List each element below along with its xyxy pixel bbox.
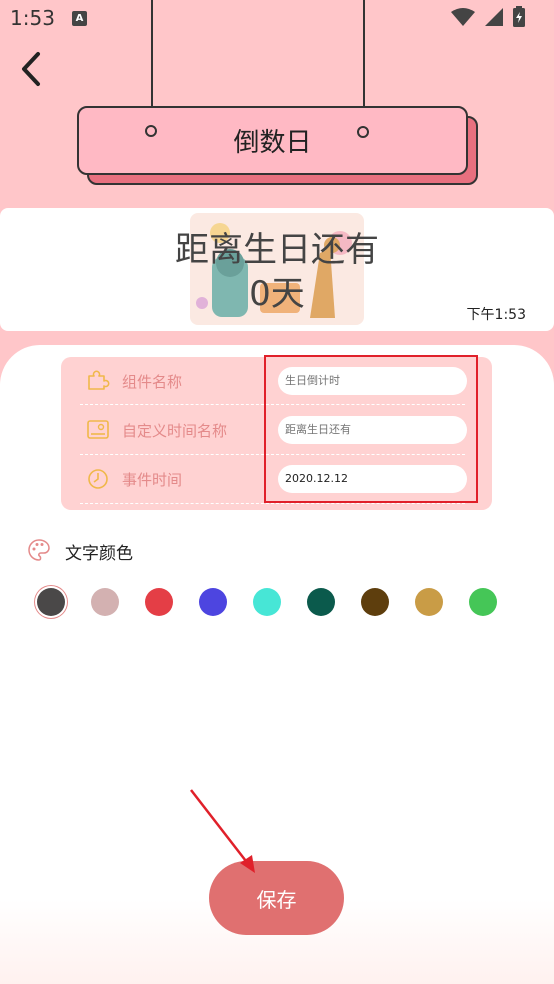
color-swatch[interactable] <box>361 588 389 616</box>
page-title: 倒数日 <box>77 106 468 175</box>
color-swatch[interactable] <box>415 588 443 616</box>
color-swatch[interactable] <box>199 588 227 616</box>
back-button[interactable] <box>18 50 48 88</box>
annotation-arrow <box>185 785 265 880</box>
widget-clock: 下午1:53 <box>466 307 526 323</box>
highlight-box <box>264 355 478 503</box>
widget-title: 距离生日还有 <box>175 230 379 270</box>
row-label-custom-time-name: 自定义时间名称 <box>122 422 228 440</box>
id-card-icon <box>86 418 110 442</box>
clock-icon <box>86 467 110 491</box>
color-swatch[interactable] <box>145 588 173 616</box>
nail-right <box>357 126 369 138</box>
color-swatch[interactable] <box>307 588 335 616</box>
row-label-event-time: 事件时间 <box>122 471 183 489</box>
row-divider <box>80 503 465 504</box>
palette-icon <box>27 538 51 562</box>
color-swatch[interactable] <box>253 588 281 616</box>
notification-badge-icon: A <box>72 11 87 26</box>
color-swatch[interactable] <box>37 588 65 616</box>
nail-left <box>145 125 157 137</box>
signal-icon <box>485 8 503 26</box>
puzzle-icon <box>86 368 110 392</box>
chevron-left-icon <box>22 52 40 86</box>
wifi-icon <box>451 8 475 26</box>
color-swatch[interactable] <box>469 588 497 616</box>
status-time: 1:53 <box>10 6 55 30</box>
status-icons <box>447 6 542 34</box>
text-color-label: 文字颜色 <box>65 544 133 564</box>
row-label-widget-name: 组件名称 <box>122 373 183 391</box>
color-swatch[interactable] <box>91 588 119 616</box>
